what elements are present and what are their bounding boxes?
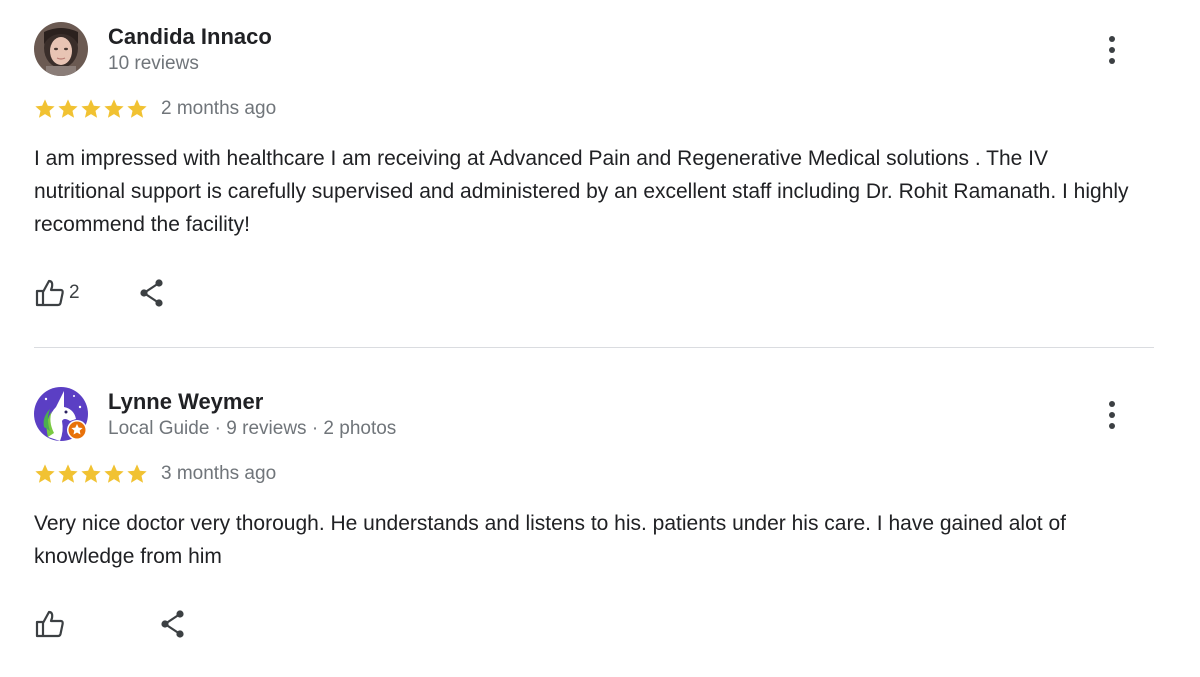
- share-button[interactable]: [159, 609, 187, 639]
- star-icon: [103, 463, 125, 485]
- unicorn-avatar-icon: [34, 387, 88, 441]
- review-date: 2 months ago: [161, 98, 277, 119]
- more-options-button[interactable]: [1100, 399, 1124, 431]
- review-text: I am impressed with healthcare I am rece…: [34, 147, 1129, 236]
- star-icon: [34, 463, 56, 485]
- author-meta: Local Guide · 9 reviews · 2 photos: [108, 418, 397, 439]
- review-header: Candida Innaco 10 reviews: [34, 22, 1154, 78]
- star-rating: [34, 98, 148, 120]
- review-card: Lynne Weymer Local Guide · 9 reviews · 2…: [34, 387, 1154, 638]
- share-button[interactable]: [138, 278, 166, 308]
- star-icon: [57, 463, 79, 485]
- star-icon: [126, 98, 148, 120]
- star-icon: [126, 463, 148, 485]
- thumb-up-icon: [35, 279, 64, 307]
- review-header: Lynne Weymer Local Guide · 9 reviews · 2…: [34, 387, 1154, 443]
- star-icon: [34, 98, 56, 120]
- rating-row: 3 months ago: [34, 461, 276, 487]
- share-icon: [140, 279, 163, 307]
- local-guide-star-badge-icon: [67, 420, 87, 440]
- share-icon: [161, 610, 184, 638]
- author-avatar[interactable]: [34, 22, 88, 76]
- divider: [34, 347, 1154, 348]
- more-options-button[interactable]: [1100, 34, 1124, 66]
- star-rating: [34, 463, 148, 485]
- more-vert-icon: [1109, 36, 1115, 64]
- review-actions: [34, 609, 187, 639]
- star-icon: [103, 98, 125, 120]
- rating-row: 2 months ago: [34, 96, 276, 122]
- like-count: 2: [69, 282, 80, 303]
- like-button[interactable]: 2: [34, 278, 83, 308]
- more-vert-icon: [1109, 401, 1115, 429]
- author-name[interactable]: Lynne Weymer: [108, 389, 263, 415]
- review-actions: 2: [34, 278, 166, 308]
- user-photo-avatar-icon: [34, 22, 88, 76]
- like-button[interactable]: [34, 609, 83, 639]
- thumb-up-icon: [35, 610, 64, 638]
- author-avatar[interactable]: [34, 387, 88, 441]
- review-card: Candida Innaco 10 reviews 2 months ago I…: [34, 22, 1154, 307]
- author-meta: 10 reviews: [108, 53, 199, 74]
- author-name[interactable]: Candida Innaco: [108, 24, 272, 50]
- star-icon: [80, 98, 102, 120]
- review-date: 3 months ago: [161, 463, 277, 484]
- star-icon: [57, 98, 79, 120]
- review-text: Very nice doctor very thorough. He under…: [34, 512, 1066, 568]
- star-icon: [80, 463, 102, 485]
